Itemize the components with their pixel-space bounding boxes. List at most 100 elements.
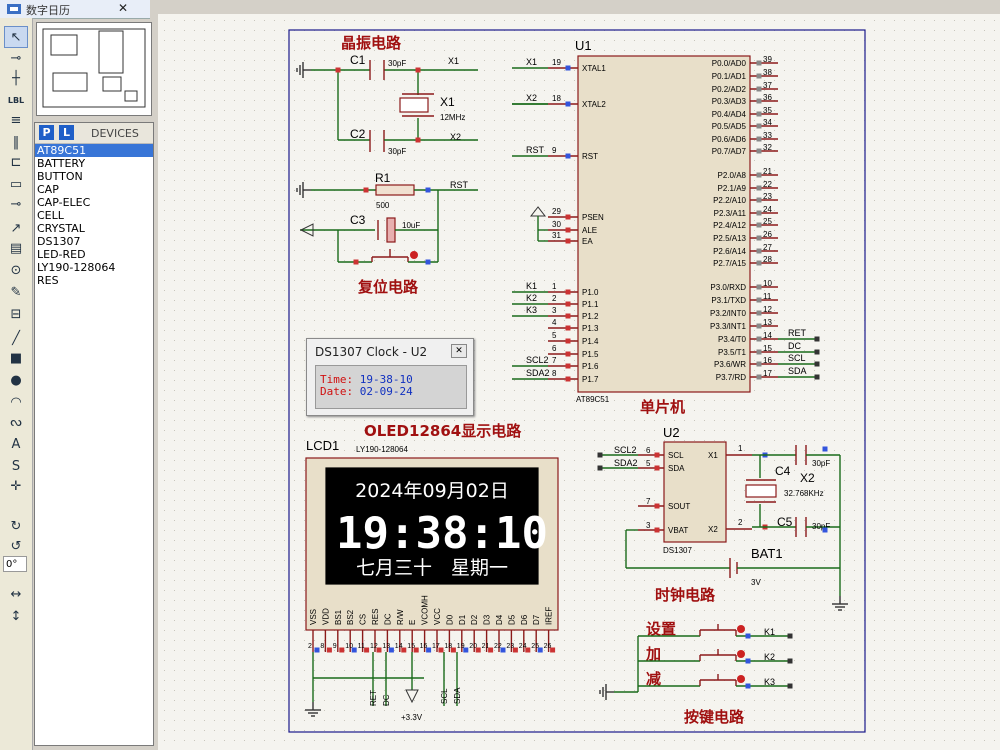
grid-dot — [734, 410, 735, 411]
symbol-icon[interactable]: S — [5, 456, 27, 476]
grid-dot — [754, 160, 755, 161]
grid-dot — [254, 100, 255, 101]
terminal-icon[interactable]: ▭ — [5, 174, 27, 194]
grid-dot — [494, 200, 495, 201]
grid-dot — [304, 40, 305, 41]
grid-dot — [504, 200, 505, 201]
grid-dot — [484, 220, 485, 221]
path-icon[interactable]: ᔓ — [5, 412, 27, 432]
grid-dot — [334, 210, 335, 211]
overview-preview[interactable] — [36, 22, 152, 116]
device-item[interactable]: AT89C51 — [35, 144, 153, 157]
graph-icon[interactable]: ↗ — [5, 218, 27, 238]
grid-dot — [574, 80, 575, 81]
grid-dot — [614, 740, 615, 741]
line-icon[interactable]: ╱ — [5, 328, 27, 348]
arc-icon[interactable]: ◠ — [5, 392, 27, 412]
grid-dot — [554, 20, 555, 21]
grid-dot — [174, 520, 175, 521]
library-button[interactable]: L — [59, 125, 74, 140]
grid-dot — [434, 660, 435, 661]
text-script-icon[interactable]: ≡ — [5, 110, 27, 130]
grid-dot — [184, 400, 185, 401]
tape-icon[interactable]: ▤ — [5, 238, 27, 258]
grid-dot — [434, 160, 435, 161]
grid-dot — [814, 290, 815, 291]
pointer-icon[interactable]: ↖ — [4, 26, 28, 48]
grid-dot — [734, 530, 735, 531]
grid-dot — [254, 30, 255, 31]
device-item[interactable]: BATTERY — [35, 157, 153, 170]
device-item[interactable]: CAP-ELEC — [35, 196, 153, 209]
device-item[interactable]: RES — [35, 274, 153, 287]
circle-icon[interactable]: ● — [5, 370, 27, 390]
grid-dot — [264, 330, 265, 331]
grid-dot — [164, 60, 165, 61]
grid-dot — [554, 410, 555, 411]
grid-dot — [794, 420, 795, 421]
subcircuit-icon[interactable]: ⊏ — [5, 152, 27, 172]
grid-dot — [324, 310, 325, 311]
grid-dot — [404, 730, 405, 731]
junction-icon[interactable]: ┼ — [5, 68, 27, 88]
grid-dot — [484, 270, 485, 271]
grid-dot — [784, 680, 785, 681]
grid-dot — [364, 730, 365, 731]
grid-dot — [234, 80, 235, 81]
grid-dot — [364, 740, 365, 741]
grid-dot — [774, 130, 775, 131]
grid-dot — [304, 310, 305, 311]
grid-dot — [574, 400, 575, 401]
pin-icon[interactable]: ⊸ — [5, 194, 27, 214]
label-icon[interactable]: LBL — [5, 90, 27, 110]
grid-dot — [614, 610, 615, 611]
grid-dot — [594, 440, 595, 441]
rotation-angle-field[interactable]: 0° — [3, 556, 27, 572]
marker-icon[interactable]: ✛ — [5, 476, 27, 496]
grid-dot — [814, 390, 815, 391]
device-item[interactable]: CRYSTAL — [35, 222, 153, 235]
grid-dot — [544, 100, 545, 101]
generator-icon[interactable]: ⊙ — [5, 260, 27, 280]
grid-dot — [164, 570, 165, 571]
rotate-ccw-icon[interactable]: ↺ — [5, 536, 27, 556]
pick-devices-button[interactable]: P — [39, 125, 54, 140]
mirror-y-icon[interactable]: ↕ — [5, 606, 27, 626]
rotate-cw-icon[interactable]: ↻ — [5, 516, 27, 536]
grid-dot — [224, 290, 225, 291]
grid-dot — [304, 560, 305, 561]
device-item[interactable]: LED-RED — [35, 248, 153, 261]
grid-dot — [284, 620, 285, 621]
mirror-x-icon[interactable]: ↔ — [5, 584, 27, 604]
probe-icon[interactable]: ✎ — [5, 282, 27, 302]
grid-dot — [814, 710, 815, 711]
grid-dot — [354, 240, 355, 241]
grid-dot — [364, 100, 365, 101]
device-item[interactable]: LY190-128064 — [35, 261, 153, 274]
grid-dot — [754, 350, 755, 351]
grid-dot — [224, 340, 225, 341]
component-icon[interactable]: ⊸ — [5, 48, 27, 68]
grid-dot — [544, 250, 545, 251]
text-icon[interactable]: A — [5, 434, 27, 454]
grid-dot — [784, 400, 785, 401]
bus-icon[interactable]: ‖ — [5, 132, 27, 152]
grid-dot — [254, 50, 255, 51]
device-item[interactable]: DS1307 — [35, 235, 153, 248]
grid-dot — [604, 570, 605, 571]
grid-dot — [354, 180, 355, 181]
device-item[interactable]: CAP — [35, 183, 153, 196]
grid-dot — [194, 720, 195, 721]
grid-dot — [504, 710, 505, 711]
box-icon[interactable]: ■ — [5, 348, 27, 368]
document-tab[interactable]: 数字日历 ✕ — [0, 0, 150, 19]
grid-dot — [514, 420, 515, 421]
grid-dot — [174, 370, 175, 371]
device-item[interactable]: CELL — [35, 209, 153, 222]
device-item[interactable]: BUTTON — [35, 170, 153, 183]
instrument-icon[interactable]: ⊟ — [5, 304, 27, 324]
grid-dot — [514, 400, 515, 401]
schematic-canvas[interactable]: 晶振电路 X1 C1 30pF C2 30pF X2 X1 12MHz R1 500 RST C3 10u… — [158, 14, 1000, 750]
grid-dot — [164, 420, 165, 421]
close-tab-icon[interactable]: ✕ — [118, 1, 128, 15]
